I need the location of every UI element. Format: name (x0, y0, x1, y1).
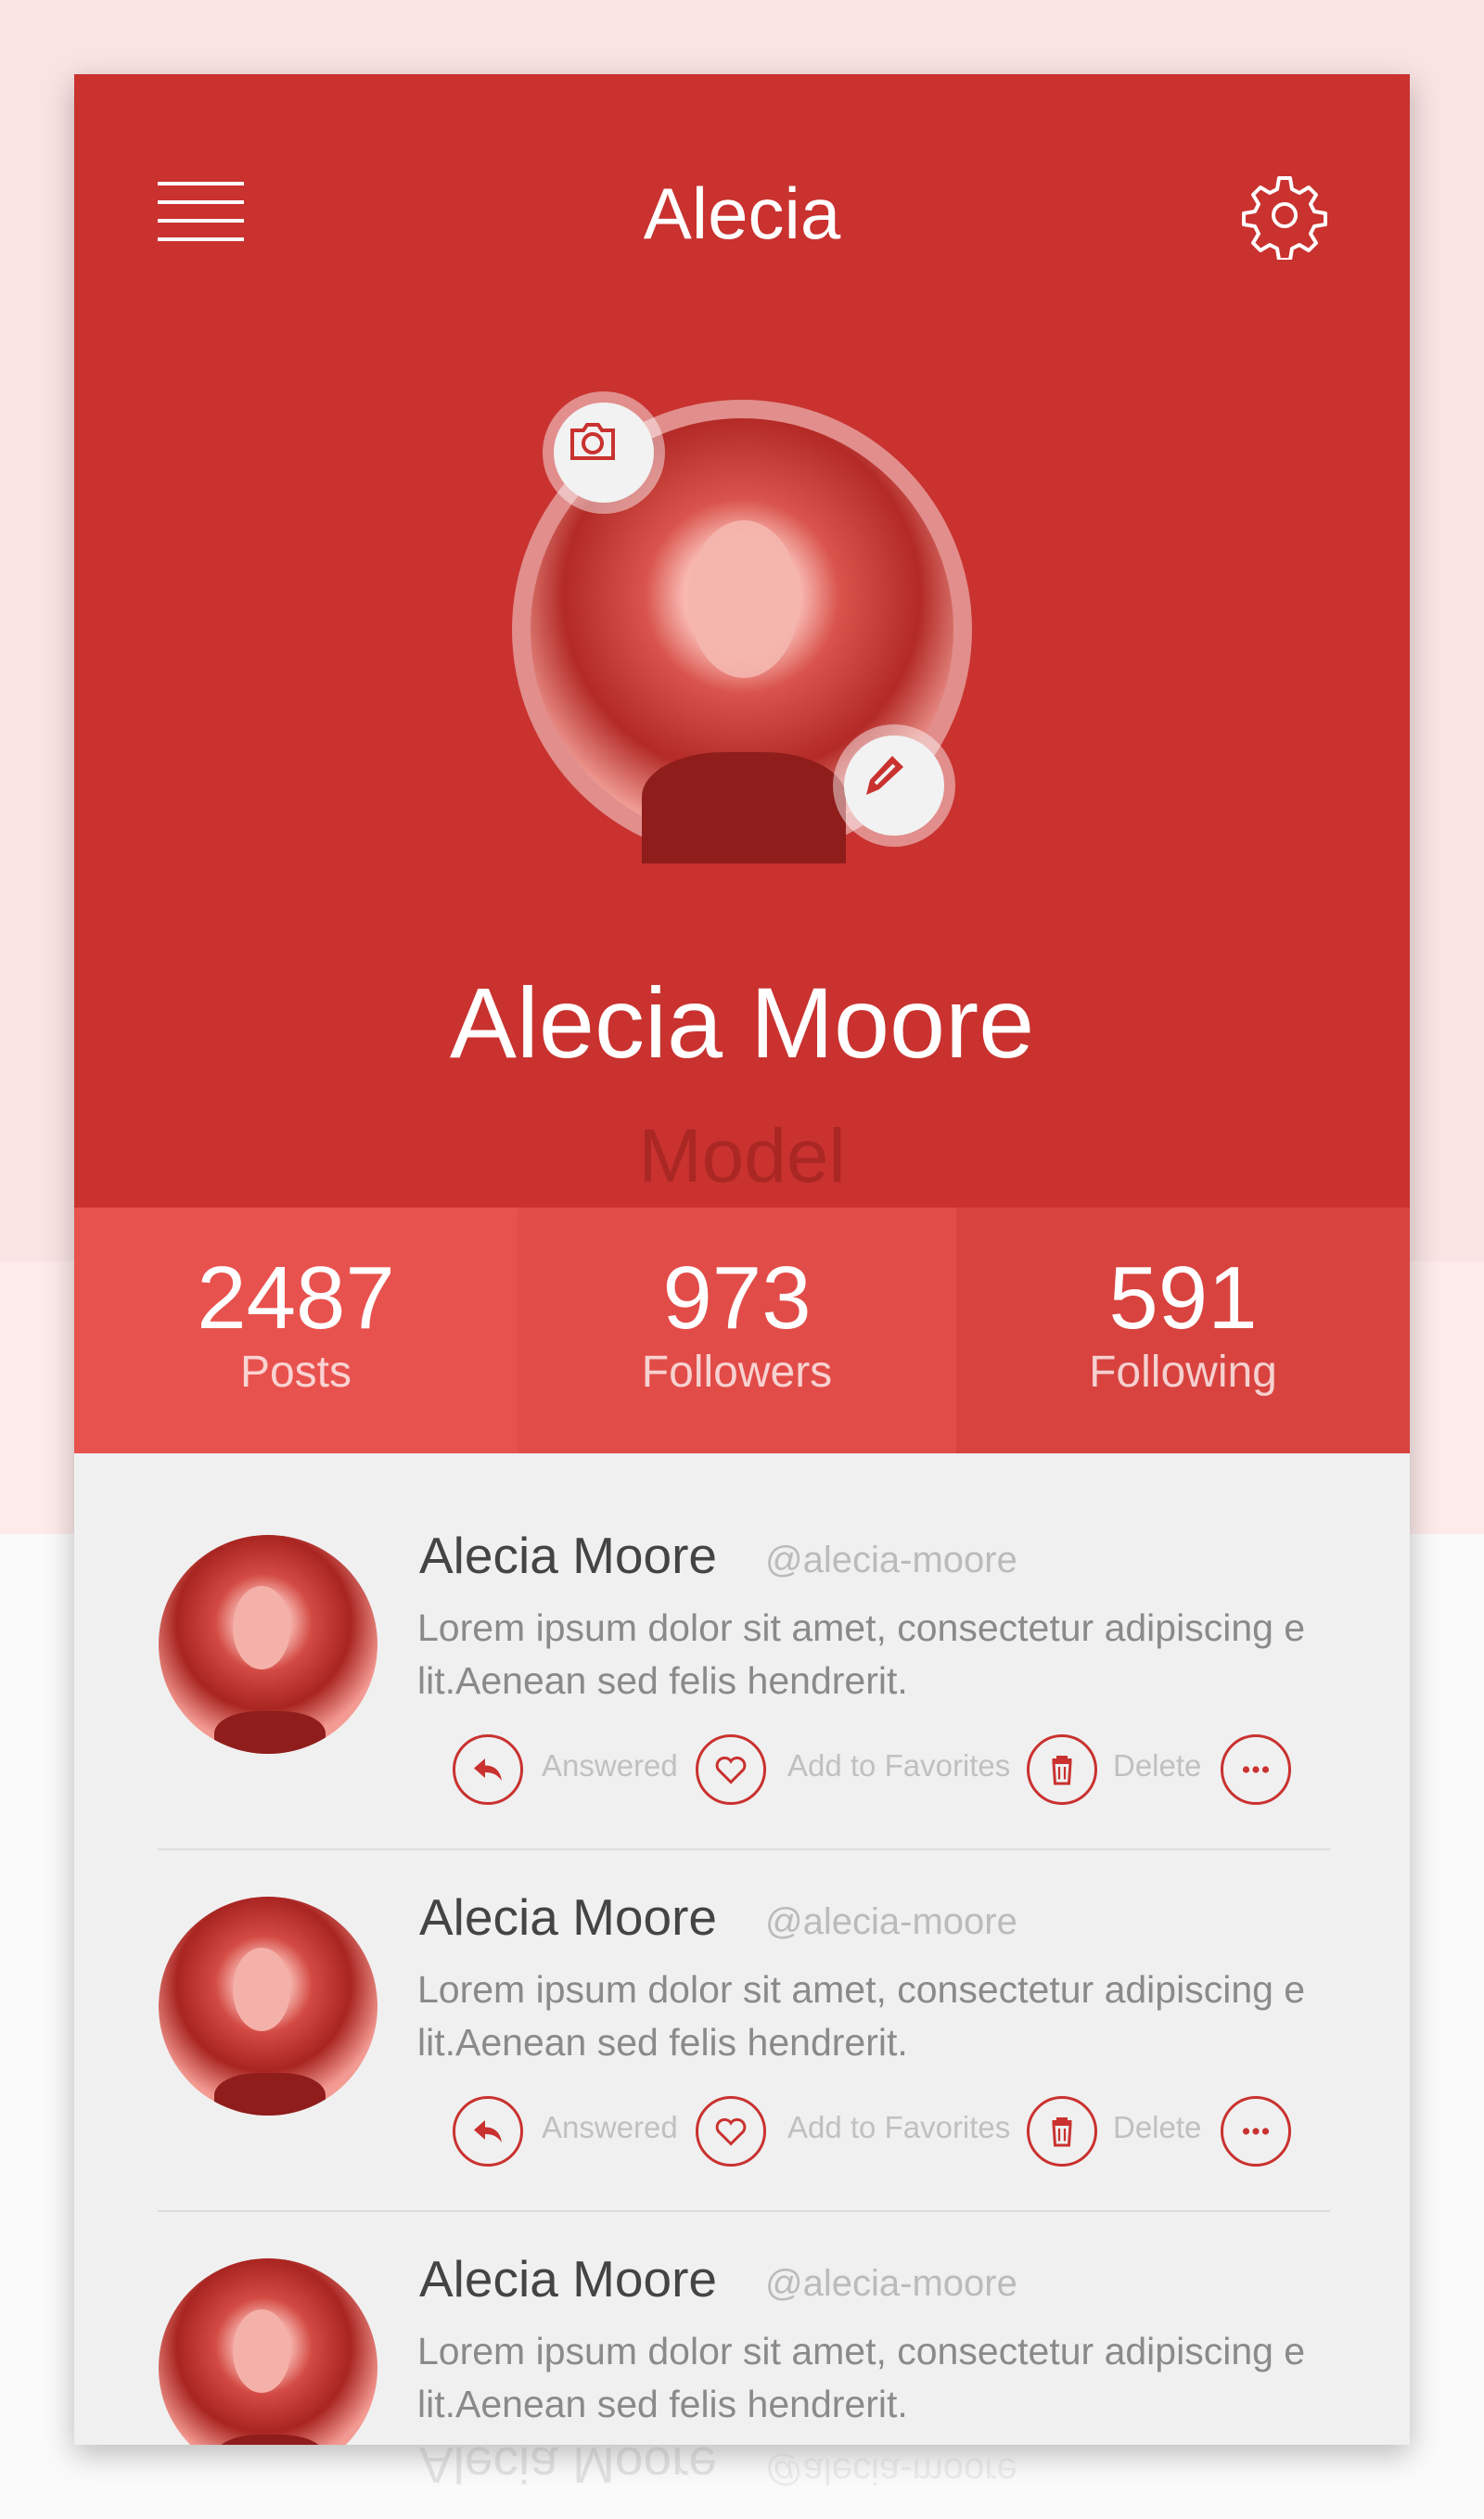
delete-button[interactable] (1027, 2096, 1097, 2167)
stat-followers[interactable]: 973 Followers (518, 1208, 956, 1453)
row-divider (158, 1848, 1330, 1850)
post-author-name[interactable]: Alecia Moore (419, 2249, 717, 2308)
following-count: 591 (1108, 1248, 1258, 1348)
delete-label[interactable]: Delete (1113, 2110, 1201, 2145)
post-list-item: Alecia Moore @alecia-moore Lorem ipsum d… (74, 2226, 1410, 2445)
post-avatar[interactable] (159, 1535, 377, 1754)
post-text-line: lit.Aenean sed felis hendrerit. (417, 2021, 908, 2064)
answered-button[interactable] (453, 1734, 523, 1805)
post-list-item: Alecia Moore @alecia-moore Lorem ipsum d… (74, 1502, 1410, 1864)
posts-count: 2487 (197, 1248, 395, 1348)
delete-label[interactable]: Delete (1113, 1748, 1201, 1784)
reflection-handle: @alecia-moore (765, 2450, 1017, 2491)
change-photo-button[interactable] (543, 391, 665, 514)
gear-icon[interactable] (1240, 171, 1329, 260)
post-text-line: Lorem ipsum dolor sit amet, consectetur … (417, 1968, 1306, 2011)
more-dots-icon (1242, 1766, 1270, 1773)
favorite-label[interactable]: Add to Favorites (787, 1748, 1010, 1784)
page-title: Alecia (643, 173, 841, 254)
post-avatar[interactable] (159, 1897, 377, 2116)
post-avatar[interactable] (159, 2258, 377, 2445)
trash-icon (1052, 1756, 1072, 1785)
following-label: Following (1089, 1348, 1277, 1397)
edit-profile-button[interactable] (833, 724, 955, 847)
favorite-button[interactable] (696, 1734, 766, 1805)
reply-icon (474, 1758, 502, 1781)
reply-icon (474, 2120, 502, 2142)
more-options-button[interactable] (1221, 2096, 1291, 2167)
post-text-line: Lorem ipsum dolor sit amet, consectetur … (417, 1606, 1306, 1649)
more-dots-icon (1242, 2128, 1270, 2135)
trash-icon (1052, 2117, 1072, 2147)
post-text-line: lit.Aenean sed felis hendrerit. (417, 2383, 908, 2425)
reflection-name: Alecia Moore (419, 2445, 717, 2494)
followers-label: Followers (641, 1348, 833, 1397)
answered-button[interactable] (453, 2096, 523, 2167)
pencil-icon (866, 756, 903, 795)
stat-posts[interactable]: 2487 Posts (74, 1208, 518, 1453)
answered-label[interactable]: Answered (542, 1748, 678, 1784)
profile-role: Model (638, 1114, 846, 1198)
row-divider (158, 2210, 1330, 2212)
profile-card: Alecia Alecia Moore Model 2487 Posts 973… (74, 74, 1410, 2445)
heart-icon (715, 2117, 747, 2146)
post-text-line: lit.Aenean sed felis hendrerit. (417, 1659, 908, 1702)
followers-count: 973 (662, 1248, 812, 1348)
post-text: Lorem ipsum dolor sit amet, consectetur … (417, 1602, 1401, 1707)
post-author-name[interactable]: Alecia Moore (419, 1887, 717, 1947)
card-reflection: Alecia Moore @alecia-moore (74, 2445, 1410, 2519)
posts-label: Posts (239, 1348, 352, 1397)
post-list-item: Alecia Moore @alecia-moore Lorem ipsum d… (74, 1864, 1410, 2226)
profile-name: Alecia Moore (449, 966, 1035, 1079)
post-text: Lorem ipsum dolor sit amet, consectetur … (417, 1963, 1401, 2069)
post-author-handle[interactable]: @alecia-moore (765, 1901, 1017, 1943)
favorite-label[interactable]: Add to Favorites (787, 2110, 1010, 2145)
delete-button[interactable] (1027, 1734, 1097, 1805)
favorite-button[interactable] (696, 2096, 766, 2167)
post-text: Lorem ipsum dolor sit amet, consectetur … (417, 2325, 1401, 2431)
heart-icon (715, 1756, 747, 1784)
camera-icon (570, 423, 615, 460)
post-author-name[interactable]: Alecia Moore (419, 1526, 717, 1585)
post-author-handle[interactable]: @alecia-moore (765, 1540, 1017, 1581)
more-options-button[interactable] (1221, 1734, 1291, 1805)
stat-following[interactable]: 591 Following (956, 1208, 1410, 1453)
post-author-handle[interactable]: @alecia-moore (765, 2263, 1017, 2305)
stats-bar: 2487 Posts 973 Followers 591 Following (74, 1208, 1410, 1453)
profile-header: Alecia Alecia Moore Model (74, 74, 1410, 1208)
answered-label[interactable]: Answered (542, 2110, 678, 2145)
post-text-line: Lorem ipsum dolor sit amet, consectetur … (417, 2330, 1306, 2372)
